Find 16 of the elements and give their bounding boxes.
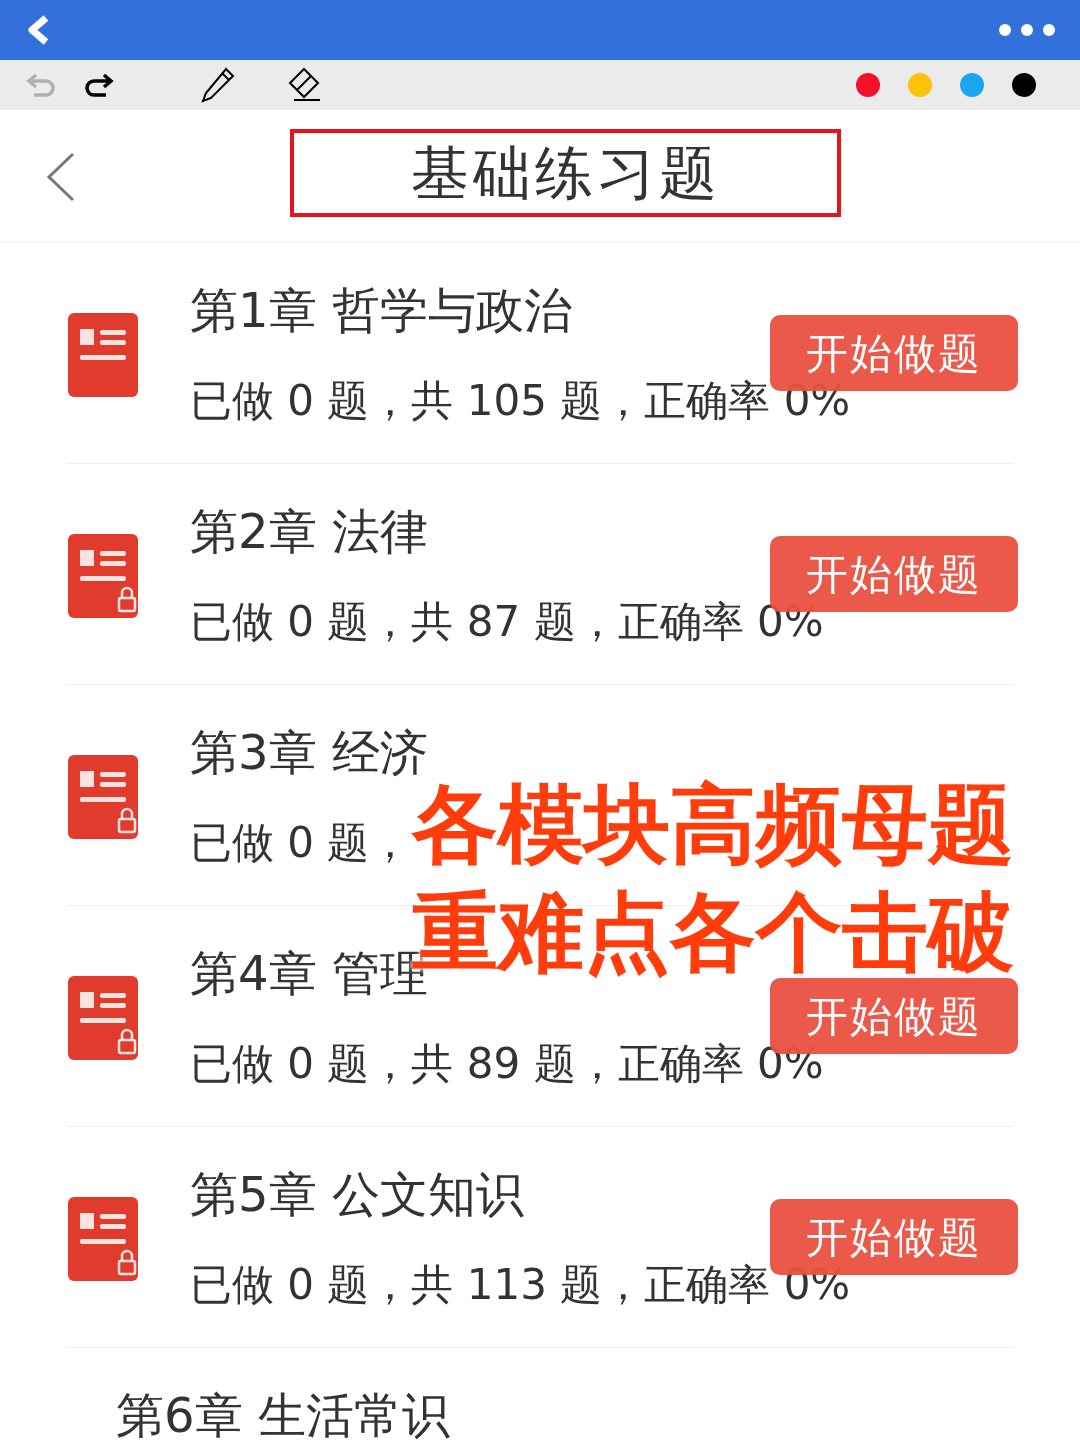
color-swatch[interactable]: [960, 73, 984, 97]
start-button[interactable]: 开始做题: [770, 315, 1018, 391]
chapter-title: 第5章 公文知识: [190, 1165, 525, 1224]
pencil-icon[interactable]: [200, 66, 236, 104]
color-swatch[interactable]: [856, 73, 880, 97]
color-swatch[interactable]: [1012, 73, 1036, 97]
back-icon[interactable]: [46, 152, 76, 202]
chapter-title: 第1章 哲学与政治: [190, 281, 573, 340]
redo-icon[interactable]: [84, 72, 114, 98]
start-button[interactable]: 开始做题: [770, 1199, 1018, 1275]
page-title: 基础练习题: [290, 129, 841, 217]
chapter-stats: 已做 0 题，: [190, 818, 412, 869]
color-swatch[interactable]: [908, 73, 932, 97]
more-icon[interactable]: [998, 23, 1056, 37]
chapter-title: 第2章 法律: [190, 502, 429, 561]
chapter-title: 第6章 生活常识: [116, 1386, 450, 1443]
